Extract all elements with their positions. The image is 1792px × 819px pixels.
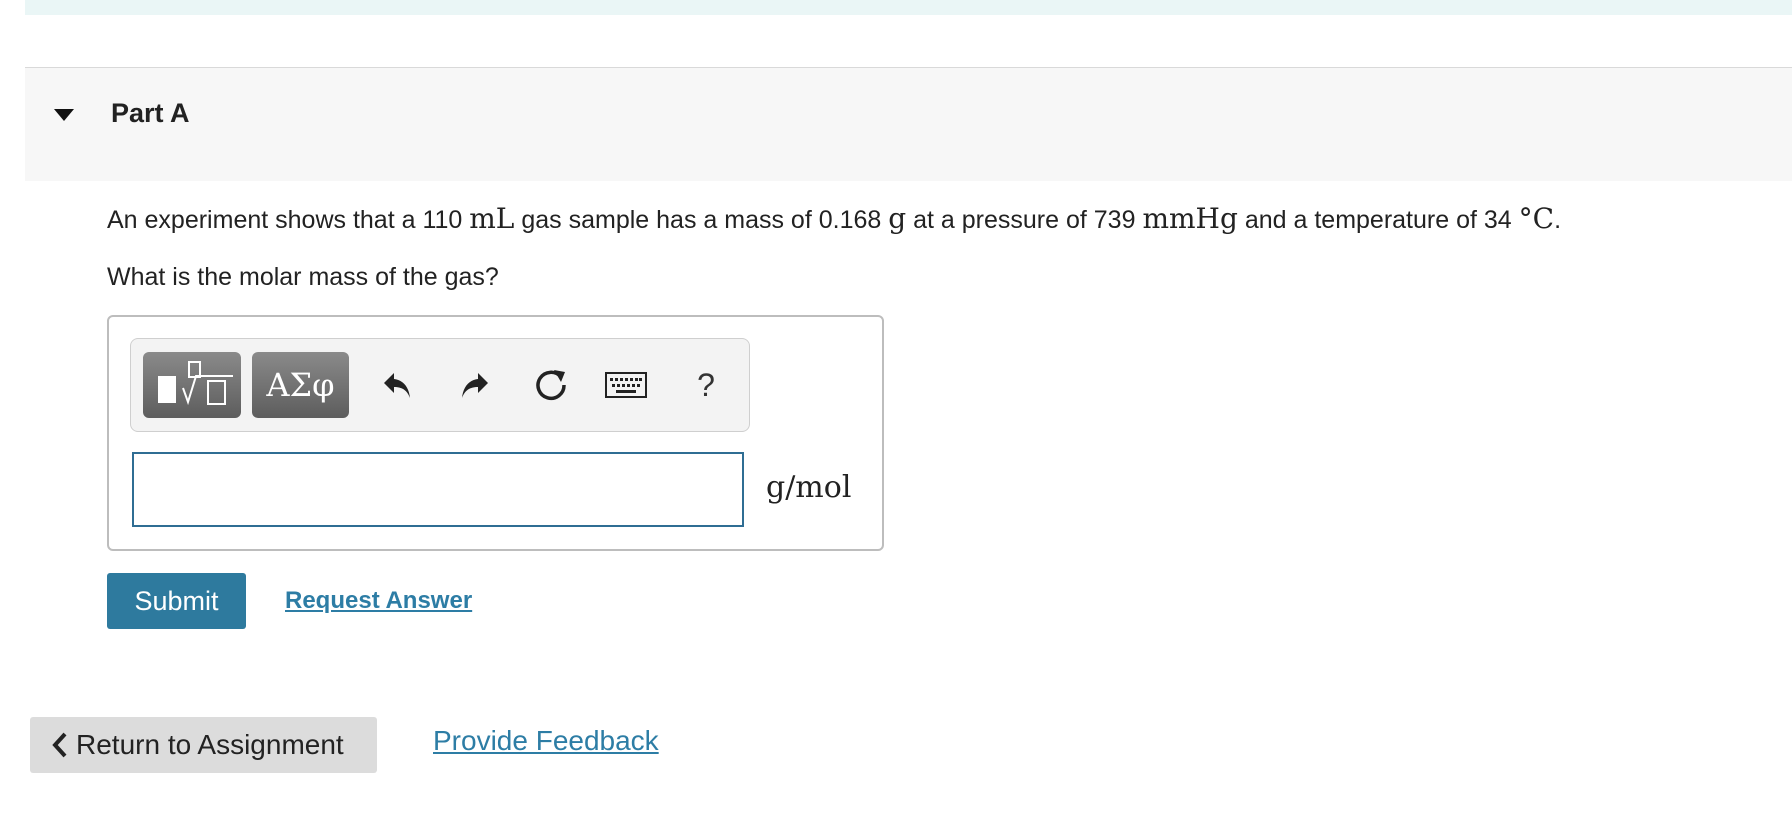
pressure-unit: mmHg	[1142, 202, 1238, 235]
volume-unit: mL	[469, 202, 515, 235]
reset-button[interactable]	[525, 360, 577, 410]
chevron-left-icon	[52, 732, 67, 758]
return-to-assignment-button[interactable]: Return to Assignment	[30, 717, 377, 773]
mass-unit: g	[888, 202, 907, 235]
request-answer-link[interactable]: Request Answer	[285, 587, 472, 615]
part-header[interactable]	[25, 67, 1792, 181]
part-title: Part A	[111, 98, 190, 128]
question-text-5: .	[1554, 206, 1562, 234]
temperature-unit: °C	[1518, 202, 1555, 235]
answer-unit: g/mol	[766, 470, 852, 505]
undo-icon	[384, 373, 410, 398]
keyboard-icon	[605, 372, 647, 398]
templates-icon	[158, 361, 233, 406]
templates-button[interactable]	[143, 352, 241, 418]
question-text: An experiment shows that a 110 mL gas sa…	[107, 202, 1561, 235]
answer-input[interactable]	[132, 452, 744, 527]
redo-icon	[462, 373, 488, 398]
question-text-2: gas sample has a mass of 0.168	[514, 206, 889, 234]
provide-feedback-link[interactable]: Provide Feedback	[433, 725, 659, 757]
question-prompt: What is the molar mass of the gas?	[107, 263, 499, 291]
question-text-4: and a temperature of 34	[1237, 206, 1519, 234]
greek-letters-button[interactable]: ΑΣφ	[252, 352, 349, 418]
keyboard-button[interactable]	[600, 360, 652, 410]
return-label: Return to Assignment	[76, 729, 344, 760]
undo-button[interactable]	[372, 360, 424, 410]
redo-button[interactable]	[448, 360, 500, 410]
help-button[interactable]: ?	[680, 360, 732, 410]
top-banner-strip	[25, 0, 1792, 15]
submit-button[interactable]: Submit	[107, 573, 246, 629]
collapse-triangle-icon[interactable]	[54, 108, 74, 122]
question-text-3: at a pressure of 739	[906, 206, 1143, 234]
question-text-1: An experiment shows that a 110	[107, 206, 470, 234]
reset-icon	[536, 370, 566, 401]
